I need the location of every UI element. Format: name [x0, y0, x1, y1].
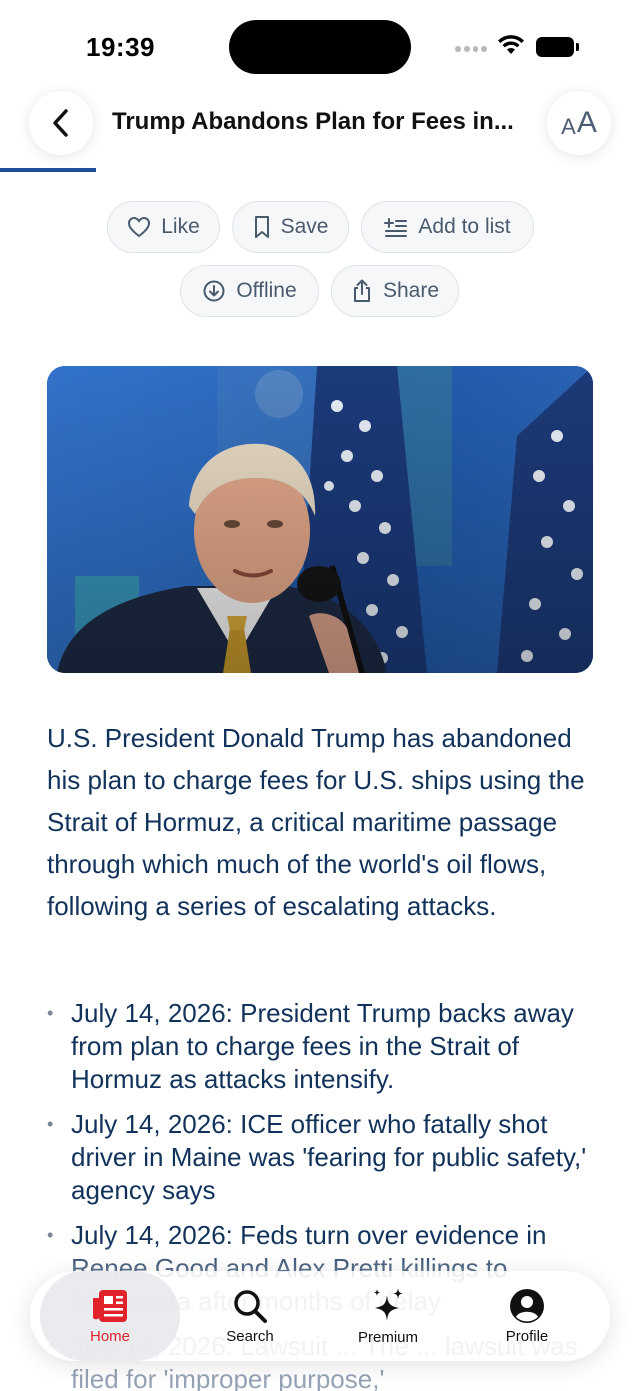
- add-to-list-icon: [384, 218, 408, 237]
- save-label: Save: [280, 215, 329, 238]
- add-to-list-label: Add to list: [418, 215, 511, 238]
- font-size-button[interactable]: A A: [547, 91, 611, 155]
- tab-home-label: Home: [89, 1327, 130, 1345]
- save-button[interactable]: Save: [232, 201, 349, 253]
- status-time: 19:39: [86, 32, 155, 62]
- heart-icon: [128, 216, 151, 238]
- status-bar: 19:39: [0, 0, 640, 96]
- tab-profile-label: Profile: [505, 1327, 549, 1345]
- reading-progress-bar: [0, 168, 640, 172]
- search-icon: [234, 1289, 267, 1323]
- bottom-tab-bar: Home Search Premium Profile: [30, 1271, 610, 1361]
- share-button[interactable]: Share: [331, 265, 459, 317]
- tab-profile[interactable]: Profile: [457, 1271, 597, 1361]
- tab-search-label: Search: [226, 1327, 274, 1345]
- like-button[interactable]: Like: [107, 201, 220, 253]
- article-header: Trump Abandons Plan for Fees in... A A: [0, 88, 640, 168]
- bookmark-icon: [254, 216, 269, 238]
- offline-label: Offline: [236, 279, 297, 302]
- chevron-left-icon: [53, 109, 68, 137]
- font-size-large-glyph: A: [576, 106, 597, 139]
- font-size-small-glyph: A: [561, 114, 576, 139]
- back-button[interactable]: [29, 91, 93, 155]
- tab-home[interactable]: Home: [40, 1271, 180, 1361]
- battery-icon: [536, 37, 579, 57]
- tab-premium[interactable]: Premium: [318, 1271, 458, 1361]
- article-hero-image[interactable]: [47, 366, 593, 673]
- download-circle-icon: [203, 280, 225, 302]
- timeline-item[interactable]: July 14, 2026: President Trump backs awa…: [47, 997, 607, 1096]
- tab-premium-label: Premium: [357, 1328, 418, 1346]
- header-title: Trump Abandons Plan for Fees in...: [112, 108, 514, 135]
- hero-photo: [47, 366, 593, 673]
- dynamic-island: [229, 20, 411, 74]
- share-icon: [353, 279, 370, 302]
- offline-button[interactable]: Offline: [180, 265, 319, 317]
- add-to-list-button[interactable]: Add to list: [361, 201, 534, 253]
- sparkles-icon: [374, 1287, 403, 1321]
- article-screen: 19:39 Trump Abandons Plan for Fees in...…: [0, 0, 640, 1391]
- wifi-icon: [498, 35, 524, 54]
- share-label: Share: [382, 279, 440, 302]
- tab-search[interactable]: Search: [180, 1271, 320, 1361]
- newspaper-icon: [93, 1289, 127, 1322]
- cellular-signal-icon: [455, 46, 487, 54]
- reading-progress-fill: [0, 168, 96, 172]
- article-lead-paragraph: U.S. President Donald Trump has abandone…: [47, 723, 585, 921]
- timeline-item[interactable]: July 14, 2026: ICE officer who fatally s…: [47, 1108, 607, 1207]
- like-label: Like: [161, 215, 200, 238]
- person-circle-icon: [510, 1288, 544, 1323]
